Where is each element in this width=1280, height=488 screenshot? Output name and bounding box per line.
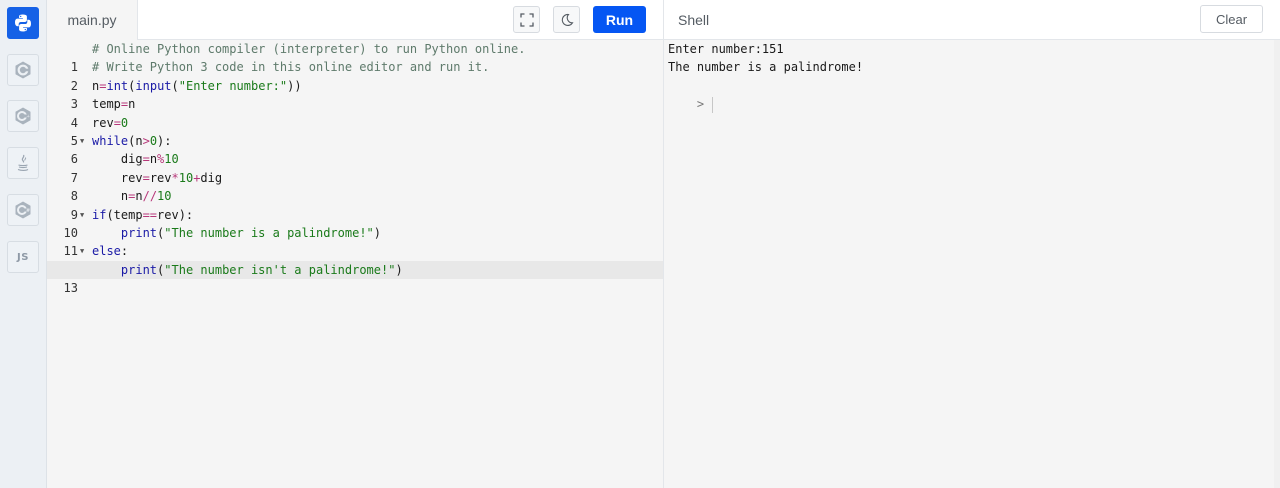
code-line: 6 ▼ while(n>0): [47, 132, 663, 166]
shell-title: Shell [678, 12, 710, 28]
code-text: dig=n%10 [92, 152, 179, 167]
code-line: 7 dig=n%10 [47, 150, 663, 184]
code-editor[interactable]: 1 # Online Python compiler (interpreter)… [47, 40, 663, 488]
shell-output-line: Enter number:151 [668, 42, 784, 56]
fold-toggle-icon[interactable]: ▼ [80, 242, 84, 260]
code-text: while(n>0): [92, 134, 172, 148]
fold-toggle-icon[interactable]: ▼ [80, 206, 84, 224]
fold-toggle-icon[interactable]: ▼ [80, 132, 84, 150]
editor-header: main.py Run [47, 0, 663, 40]
code-text: if(temp==rev): [92, 207, 194, 222]
code-line: 9 n=n//10 [47, 187, 663, 221]
code-text: # Write Python 3 code in this online edi… [92, 60, 490, 75]
svg-text:++: ++ [26, 114, 33, 120]
code-line: 8 rev=rev*10+dig [47, 169, 663, 203]
cpp-icon: ++ [15, 107, 33, 125]
moon-icon [561, 13, 574, 26]
javascript-language-button[interactable]: JS [7, 241, 39, 273]
code-line: 4 temp=n [47, 95, 663, 129]
shell-output-line: The number is a palindrome! [668, 60, 864, 75]
code-text: temp=n [92, 97, 136, 112]
fullscreen-button[interactable] [513, 6, 540, 33]
code-text: rev=rev*10+dig [92, 170, 223, 185]
code-text: rev=0 [92, 115, 129, 130]
shell-output-panel[interactable]: Enter number:151 The number is a palindr… [663, 40, 1280, 488]
shell-header: Shell Clear [663, 0, 1280, 40]
code-line: 10 ▼ if(temp==rev): [47, 206, 663, 240]
shell-prompt: > [696, 97, 705, 112]
c-icon [15, 61, 31, 79]
code-text: n=n//10 [92, 189, 172, 204]
java-icon [17, 154, 29, 171]
code-text: # Online Python compiler (interpreter) t… [92, 42, 526, 56]
java-language-button[interactable] [7, 147, 39, 179]
code-line: 12 ▼ else: [47, 242, 663, 276]
shell-input-line[interactable]: > [668, 77, 714, 113]
code-line: 3 n=int(input("Enter number:")) [47, 77, 663, 111]
python-icon [15, 14, 31, 32]
csharp-language-button[interactable]: # [7, 194, 39, 226]
run-button[interactable]: Run [593, 6, 646, 33]
shell-caret [712, 96, 714, 113]
code-line: 2 # Write Python 3 code in this online e… [47, 58, 663, 92]
line-number: 13 [63, 281, 78, 296]
file-tab-main-py[interactable]: main.py [47, 0, 138, 40]
code-line: 11 print("The number is a palindrome!") [47, 224, 663, 258]
language-sidebar: ++ # JS [0, 0, 47, 488]
fullscreen-icon [519, 12, 534, 27]
c-language-button[interactable] [7, 54, 39, 86]
dark-mode-button[interactable] [553, 6, 580, 33]
code-line: 5 rev=0 [47, 114, 663, 148]
shell-scrollbar[interactable] [1274, 40, 1280, 488]
code-text: print("The number isn't a palindrome!") [120, 262, 403, 277]
code-text: print("The number is a palindrome!") [120, 226, 382, 240]
cpp-language-button[interactable]: ++ [7, 100, 39, 132]
code-text: n=int(input("Enter number:")) [92, 78, 302, 93]
python-language-button[interactable] [7, 7, 39, 39]
js-icon: JS [17, 251, 29, 263]
code-line-active: 13 print("The number isn't a palindrome!… [47, 260, 663, 295]
svg-text:#: # [26, 208, 30, 214]
code-line: 1 # Online Python compiler (interpreter)… [47, 40, 663, 74]
csharp-icon: # [15, 201, 31, 219]
code-text: else: [92, 244, 129, 259]
clear-button[interactable]: Clear [1200, 5, 1263, 33]
